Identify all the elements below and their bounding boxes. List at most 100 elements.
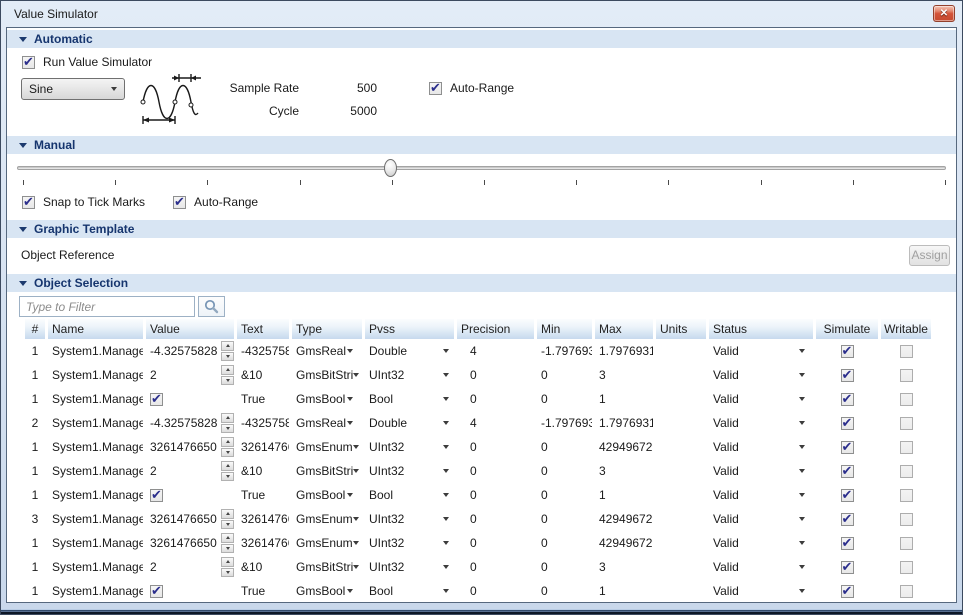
cell-pvss[interactable]: UInt32 — [365, 435, 454, 459]
spinner-down-button[interactable] — [221, 352, 234, 362]
table-row[interactable]: 1 System1.Managen 2 &10 GmsBitStri UInt3… — [25, 555, 956, 579]
writable-checkbox[interactable] — [900, 465, 913, 478]
column-header-value[interactable]: Value — [146, 319, 234, 339]
cell-value[interactable]: true — [146, 579, 234, 603]
spinner-up-button[interactable] — [221, 533, 234, 543]
table-row[interactable]: 1 System1.Managen 2 &10 GmsBitStri UInt3… — [25, 363, 956, 387]
value-spinner[interactable] — [221, 533, 234, 553]
cell-value[interactable]: 3261476650 — [146, 507, 234, 531]
simulate-checkbox[interactable] — [841, 561, 854, 574]
pvss-dropdown-icon[interactable] — [443, 349, 449, 353]
value-text[interactable]: 3261476650 — [150, 440, 217, 454]
cell-pvss[interactable]: Bool — [365, 483, 454, 507]
cell-value[interactable]: 2 — [146, 555, 234, 579]
column-header-min[interactable]: Min — [537, 319, 592, 339]
cell-value[interactable]: true — [146, 387, 234, 411]
status-dropdown-icon[interactable] — [799, 397, 805, 401]
cell-status[interactable]: Valid — [709, 483, 813, 507]
column-header-simulate[interactable]: Simulate — [816, 319, 878, 339]
status-dropdown-icon[interactable] — [799, 469, 805, 473]
spinner-down-button[interactable] — [221, 376, 234, 386]
simulate-checkbox[interactable] — [841, 441, 854, 454]
cell-value[interactable]: -4.32575828 — [146, 339, 234, 363]
table-row[interactable]: 1 System1.Managen -4.32575828 -43257582 … — [25, 339, 956, 363]
table-row[interactable]: 1 System1.Managen 3261476650 3261476650 … — [25, 531, 956, 555]
cell-type[interactable]: GmsEnum — [292, 531, 362, 555]
cell-type[interactable]: GmsBitStri — [292, 459, 362, 483]
cell-type[interactable]: GmsReal — [292, 411, 362, 435]
value-spinner[interactable] — [221, 509, 234, 529]
cell-pvss[interactable]: UInt32 — [365, 363, 454, 387]
cell-pvss[interactable]: Double — [365, 411, 454, 435]
type-dropdown-icon[interactable] — [353, 373, 359, 377]
value-spinner[interactable] — [221, 557, 234, 577]
writable-checkbox[interactable] — [900, 369, 913, 382]
column-header-status[interactable]: Status — [709, 319, 813, 339]
value-spinner[interactable] — [221, 437, 234, 457]
cell-pvss[interactable]: Bool — [365, 387, 454, 411]
cell-status[interactable]: Valid — [709, 459, 813, 483]
cell-pvss[interactable]: UInt32 — [365, 507, 454, 531]
simulate-checkbox[interactable] — [841, 513, 854, 526]
value-checkbox[interactable] — [150, 393, 163, 406]
status-dropdown-icon[interactable] — [799, 565, 805, 569]
spinner-down-button[interactable] — [221, 424, 234, 434]
spinner-down-button[interactable] — [221, 568, 234, 578]
close-button[interactable]: ✕ — [933, 5, 955, 22]
filter-input[interactable] — [19, 296, 195, 317]
cell-pvss[interactable]: UInt32 — [365, 459, 454, 483]
cell-type[interactable]: GmsBitStri — [292, 555, 362, 579]
section-header-automatic[interactable]: Automatic — [7, 30, 956, 48]
spinner-up-button[interactable] — [221, 509, 234, 519]
status-dropdown-icon[interactable] — [799, 349, 805, 353]
type-dropdown-icon[interactable] — [353, 517, 359, 521]
writable-checkbox[interactable] — [900, 561, 913, 574]
simulate-checkbox[interactable] — [841, 537, 854, 550]
type-dropdown-icon[interactable] — [353, 541, 359, 545]
pvss-dropdown-icon[interactable] — [443, 373, 449, 377]
value-text[interactable]: 2 — [150, 560, 157, 574]
pvss-dropdown-icon[interactable] — [443, 397, 449, 401]
cell-pvss[interactable]: Double — [365, 339, 454, 363]
cell-value[interactable]: 3261476650 — [146, 435, 234, 459]
cell-type[interactable]: GmsEnum — [292, 507, 362, 531]
value-checkbox[interactable] — [150, 585, 163, 598]
table-row[interactable]: 2 System1.Managen -4.32575828 -43257582 … — [25, 411, 956, 435]
spinner-up-button[interactable] — [221, 341, 234, 351]
column-header-num[interactable]: # — [25, 319, 45, 339]
simulate-checkbox[interactable] — [841, 489, 854, 502]
column-header-units[interactable]: Units — [656, 319, 706, 339]
section-header-object-selection[interactable]: Object Selection — [7, 274, 956, 292]
writable-checkbox[interactable] — [900, 417, 913, 430]
search-button[interactable] — [198, 296, 225, 317]
value-text[interactable]: -4.32575828 — [150, 416, 217, 430]
type-dropdown-icon[interactable] — [353, 565, 359, 569]
column-header-pvss[interactable]: Pvss — [365, 319, 454, 339]
writable-checkbox[interactable] — [900, 585, 913, 598]
table-row[interactable]: 3 System1.Managen 3261476650 3261476650 … — [25, 507, 956, 531]
cell-status[interactable]: Valid — [709, 435, 813, 459]
section-header-graphic-template[interactable]: Graphic Template — [7, 220, 956, 238]
table-row[interactable]: 1 System1.Managen true True GmsBool Bool… — [25, 483, 956, 507]
assign-button[interactable]: Assign — [909, 245, 950, 266]
section-header-manual[interactable]: Manual — [7, 136, 956, 154]
value-spinner[interactable] — [221, 413, 234, 433]
cell-status[interactable]: Valid — [709, 363, 813, 387]
snap-to-tick-marks-checkbox[interactable] — [22, 196, 35, 209]
cell-value[interactable]: -4.32575828 — [146, 411, 234, 435]
cell-type[interactable]: GmsBitStri — [292, 363, 362, 387]
writable-checkbox[interactable] — [900, 393, 913, 406]
type-dropdown-icon[interactable] — [353, 445, 359, 449]
type-dropdown-icon[interactable] — [347, 349, 353, 353]
writable-checkbox[interactable] — [900, 537, 913, 550]
cell-pvss[interactable]: Bool — [365, 579, 454, 603]
writable-checkbox[interactable] — [900, 513, 913, 526]
simulate-checkbox[interactable] — [841, 585, 854, 598]
type-dropdown-icon[interactable] — [347, 589, 353, 593]
manual-slider[interactable] — [17, 158, 946, 178]
cell-status[interactable]: Valid — [709, 531, 813, 555]
column-header-text[interactable]: Text — [237, 319, 289, 339]
cell-value[interactable]: 2 — [146, 459, 234, 483]
cell-type[interactable]: GmsBool — [292, 387, 362, 411]
column-header-writable[interactable]: Writable — [881, 319, 931, 339]
